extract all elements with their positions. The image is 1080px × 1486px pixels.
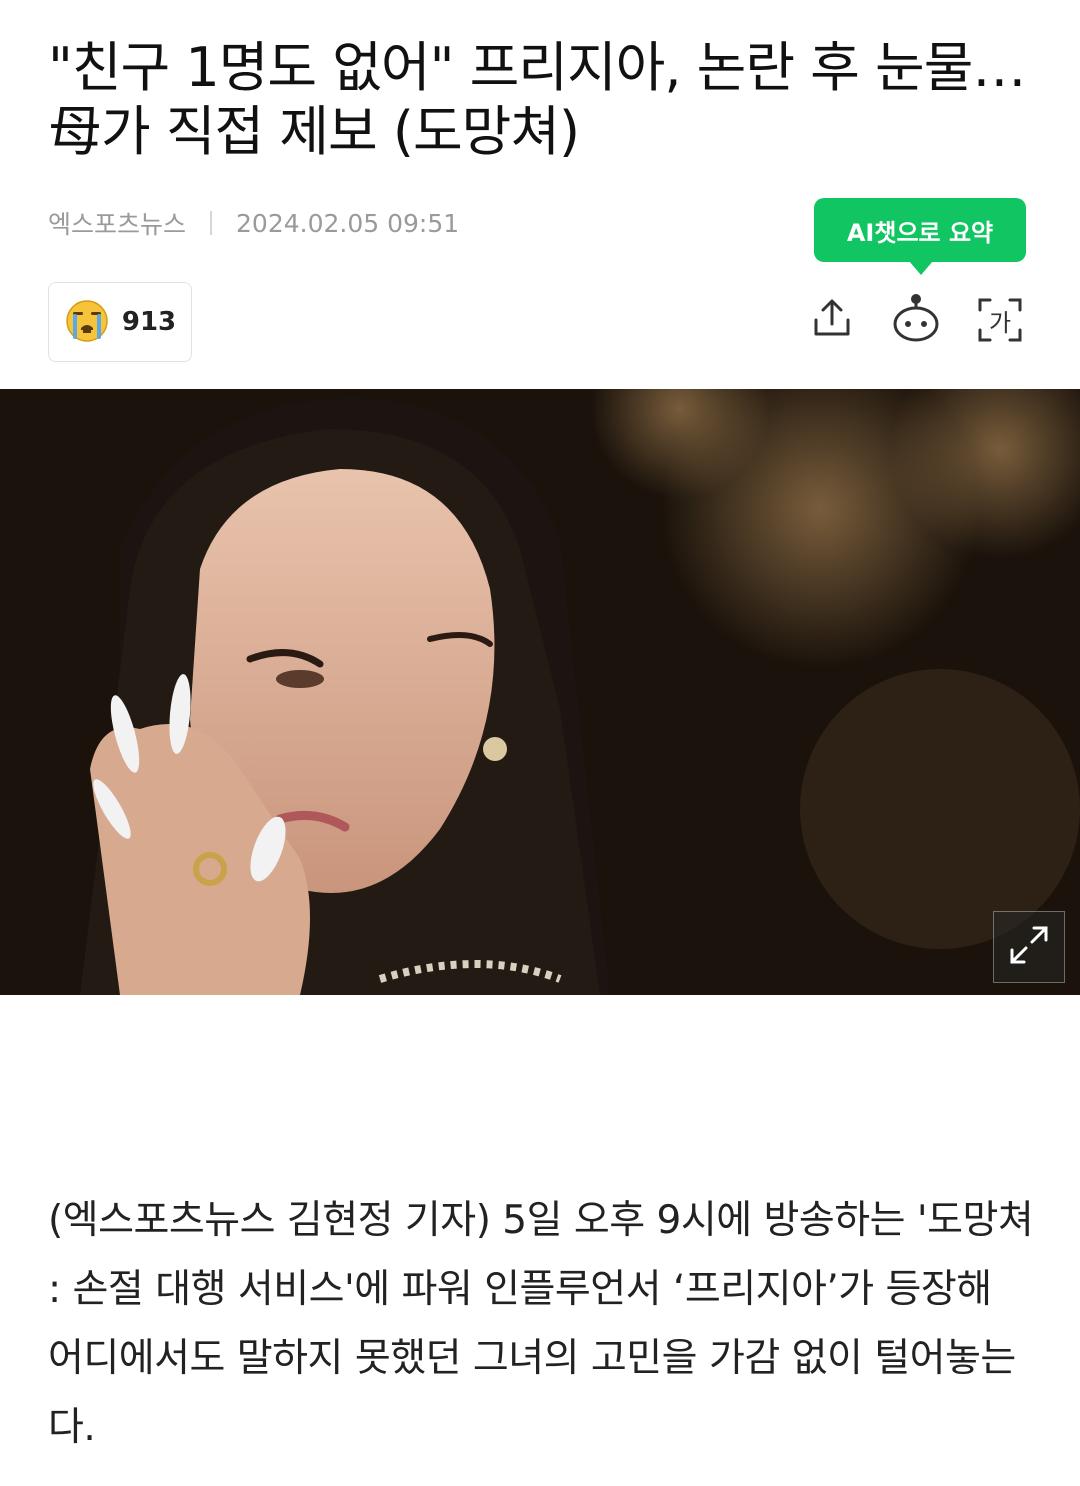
crying-face-icon [64,297,110,347]
font-size-button[interactable]: 가 [974,290,1026,350]
woman-wiping-tears-photo [0,389,1080,995]
reaction-button[interactable]: 913 [48,282,192,362]
reaction-count: 913 [121,307,177,337]
ai-summary-button[interactable]: AI챗으로 요약 [814,198,1026,275]
ai-bot-button[interactable] [890,290,942,350]
hero-image[interactable] [0,389,1080,995]
font-size-glyph: 가 [988,308,1012,337]
meta-divider [210,211,213,235]
expand-image-button[interactable] [993,911,1065,983]
robot-icon [891,293,941,347]
article-headline: "친구 1명도 없어" 프리지아, 논란 후 눈물…母가 직접 제보 (도망쳐) [48,36,1026,163]
article-body: (엑스포츠뉴스 김현정 기자) 5일 오후 9시에 방송하는 '도망쳐 : 손절… [48,1198,1034,1450]
share-button[interactable] [806,290,858,350]
share-icon [810,296,854,344]
article-meta: 엑스포츠뉴스 2024.02.05 09:51 [48,203,459,243]
news-source[interactable]: 엑스포츠뉴스 [48,205,186,241]
expand-icon [1006,922,1052,972]
font-size-icon: 가 [976,296,1024,344]
publish-datetime: 2024.02.05 09:51 [236,208,460,238]
